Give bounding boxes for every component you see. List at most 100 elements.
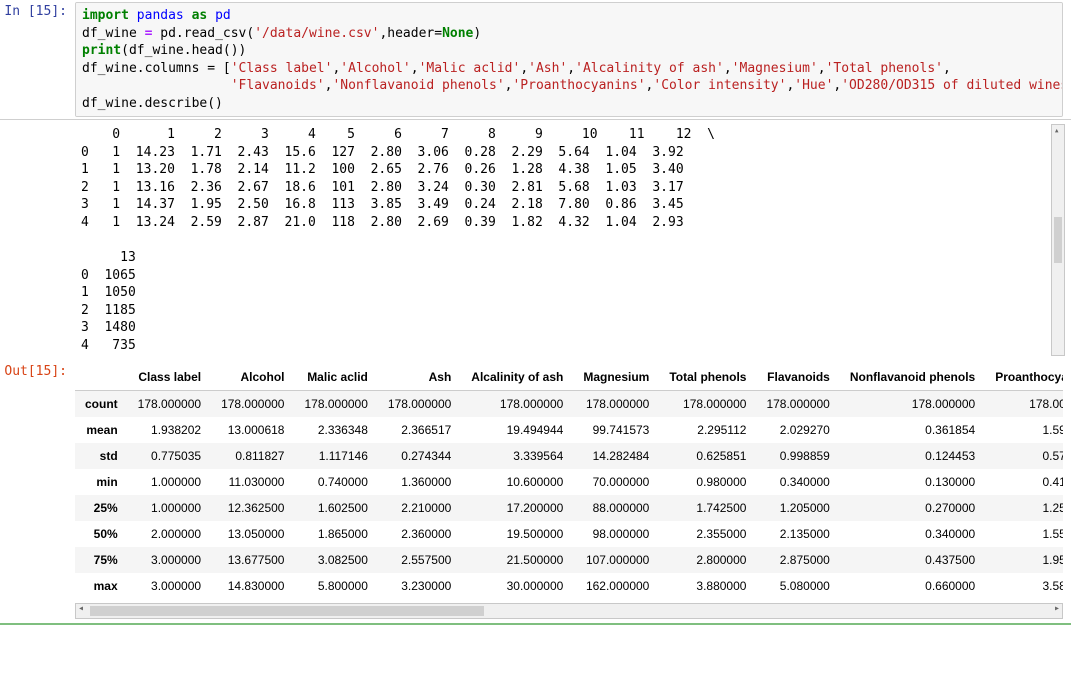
stdout-area[interactable]: 0 1 2 3 4 5 6 7 8 9 10 11 12 \ 0 1 14.23… bbox=[75, 122, 1047, 358]
table-cell: 178.000000 bbox=[461, 391, 573, 418]
column-header: Ash bbox=[378, 364, 461, 391]
table-cell: 1.250000 bbox=[985, 495, 1063, 521]
path-str: '/data/wine.csv' bbox=[254, 26, 379, 41]
empty-prompt bbox=[0, 120, 75, 128]
table-cell: 2.135000 bbox=[756, 521, 839, 547]
table-cell: 19.500000 bbox=[461, 521, 573, 547]
row-index: count bbox=[75, 391, 128, 418]
col-13: 'OD280/OD315 of diluted wines' bbox=[841, 78, 1063, 93]
alias-pd: pd bbox=[215, 8, 231, 23]
table-row: min1.00000011.0300000.7400001.36000010.6… bbox=[75, 469, 1063, 495]
table-header-row: Class labelAlcoholMalic aclidAshAlcalini… bbox=[75, 364, 1063, 391]
column-header: Proanthocyanins bbox=[985, 364, 1063, 391]
row-index: min bbox=[75, 469, 128, 495]
horizontal-scrollbar[interactable] bbox=[75, 603, 1063, 619]
scroll-thumb[interactable] bbox=[90, 606, 484, 616]
table-cell: 30.000000 bbox=[461, 573, 573, 599]
table-cell: 17.200000 bbox=[461, 495, 573, 521]
table-cell: 1.117146 bbox=[294, 443, 377, 469]
table-cell: 0.437500 bbox=[840, 547, 985, 573]
table-cell: 5.800000 bbox=[294, 573, 377, 599]
table-cell: 1.938202 bbox=[128, 417, 211, 443]
row-index: 75% bbox=[75, 547, 128, 573]
col-4: 'Ash' bbox=[528, 61, 567, 76]
table-row: std0.7750350.8118271.1171460.2743443.339… bbox=[75, 443, 1063, 469]
table-cell: 162.000000 bbox=[573, 573, 659, 599]
col-5: 'Alcalinity of ash' bbox=[575, 61, 724, 76]
col-6: 'Magnesium' bbox=[732, 61, 818, 76]
cell-divider bbox=[0, 623, 1071, 625]
read-csv: pd.read_csv( bbox=[160, 26, 254, 41]
row-index: 25% bbox=[75, 495, 128, 521]
comma-header: ,header= bbox=[379, 26, 442, 41]
table-cell: 2.029270 bbox=[756, 417, 839, 443]
column-header: Nonflavanoid phenols bbox=[840, 364, 985, 391]
describe-output[interactable]: Class labelAlcoholMalic aclidAshAlcalini… bbox=[75, 364, 1063, 599]
table-cell: 1.000000 bbox=[128, 469, 211, 495]
table-cell: 0.740000 bbox=[294, 469, 377, 495]
vertical-scrollbar[interactable] bbox=[1051, 124, 1065, 356]
table-cell: 2.875000 bbox=[756, 547, 839, 573]
column-header: Magnesium bbox=[573, 364, 659, 391]
col-7: 'Total phenols' bbox=[826, 61, 943, 76]
table-cell: 1.742500 bbox=[659, 495, 756, 521]
column-header: Malic aclid bbox=[294, 364, 377, 391]
kw-import: import bbox=[82, 8, 129, 23]
table-cell: 12.362500 bbox=[211, 495, 294, 521]
table-cell: 178.000000 bbox=[985, 391, 1063, 418]
table-cell: 0.130000 bbox=[840, 469, 985, 495]
col-11: 'Color intensity' bbox=[653, 78, 786, 93]
col-12: 'Hue' bbox=[794, 78, 833, 93]
stdout-row: 0 1 2 3 4 5 6 7 8 9 10 11 12 \ 0 1 14.23… bbox=[0, 120, 1071, 360]
table-cell: 5.080000 bbox=[756, 573, 839, 599]
col-1: 'Class label' bbox=[231, 61, 333, 76]
table-row: 25%1.00000012.3625001.6025002.21000017.2… bbox=[75, 495, 1063, 521]
mod-pandas: pandas bbox=[137, 8, 184, 23]
none-kw: None bbox=[442, 26, 473, 41]
table-cell: 0.660000 bbox=[840, 573, 985, 599]
table-cell: 1.205000 bbox=[756, 495, 839, 521]
cols-assign: df_wine.columns = [ bbox=[82, 61, 231, 76]
col-2: 'Alcohol' bbox=[340, 61, 410, 76]
column-header: Class label bbox=[128, 364, 211, 391]
table-cell: 3.000000 bbox=[128, 573, 211, 599]
table-cell: 14.830000 bbox=[211, 573, 294, 599]
column-header: Alcohol bbox=[211, 364, 294, 391]
table-cell: 1.950000 bbox=[985, 547, 1063, 573]
table-cell: 2.360000 bbox=[378, 521, 461, 547]
table-row: mean1.93820213.0006182.3363482.36651719.… bbox=[75, 417, 1063, 443]
kw-as: as bbox=[192, 8, 208, 23]
table-cell: 88.000000 bbox=[573, 495, 659, 521]
eq-op: = bbox=[137, 26, 160, 41]
table-cell: 178.000000 bbox=[840, 391, 985, 418]
table-row: 50%2.00000013.0500001.8650002.36000019.5… bbox=[75, 521, 1063, 547]
table-cell: 1.555000 bbox=[985, 521, 1063, 547]
table-cell: 3.230000 bbox=[378, 573, 461, 599]
table-cell: 13.050000 bbox=[211, 521, 294, 547]
table-cell: 107.000000 bbox=[573, 547, 659, 573]
code-editor[interactable]: import pandas as pd df_wine = pd.read_cs… bbox=[75, 2, 1063, 117]
table-cell: 178.000000 bbox=[659, 391, 756, 418]
table-cell: 1.000000 bbox=[128, 495, 211, 521]
col-3: 'Malic aclid' bbox=[419, 61, 521, 76]
table-cell: 178.000000 bbox=[294, 391, 377, 418]
table-cell: 0.270000 bbox=[840, 495, 985, 521]
input-cell: In [15]: import pandas as pd df_wine = p… bbox=[0, 0, 1071, 120]
close-paren-1: ) bbox=[473, 26, 481, 41]
table-cell: 21.500000 bbox=[461, 547, 573, 573]
corner-cell bbox=[75, 364, 128, 391]
table-cell: 0.980000 bbox=[659, 469, 756, 495]
table-cell: 3.339564 bbox=[461, 443, 573, 469]
table-cell: 2.336348 bbox=[294, 417, 377, 443]
table-cell: 10.600000 bbox=[461, 469, 573, 495]
table-cell: 178.000000 bbox=[128, 391, 211, 418]
table-cell: 3.000000 bbox=[128, 547, 211, 573]
row-index: max bbox=[75, 573, 128, 599]
table-cell: 99.741573 bbox=[573, 417, 659, 443]
table-cell: 178.000000 bbox=[756, 391, 839, 418]
table-cell: 0.775035 bbox=[128, 443, 211, 469]
row-index: 50% bbox=[75, 521, 128, 547]
table-cell: 0.811827 bbox=[211, 443, 294, 469]
col-8: 'Flavanoids' bbox=[231, 78, 325, 93]
table-cell: 14.282484 bbox=[573, 443, 659, 469]
